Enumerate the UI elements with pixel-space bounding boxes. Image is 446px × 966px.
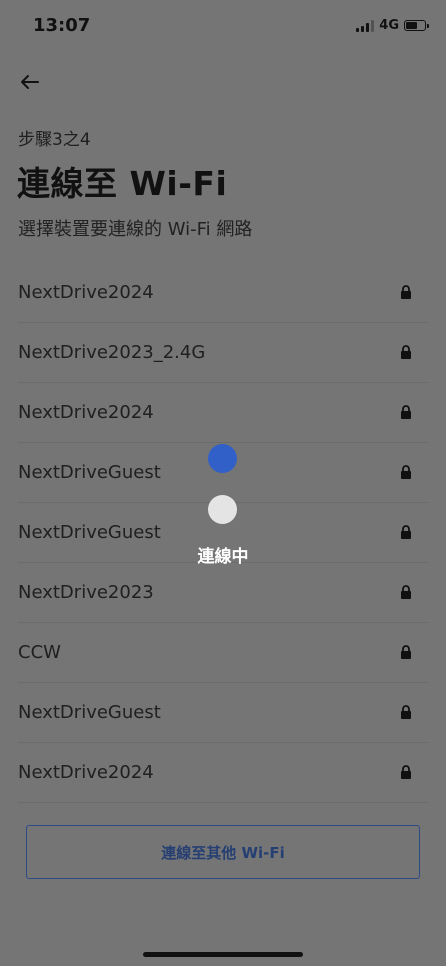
wifi-ssid-label: NextDrive2024 xyxy=(18,402,154,423)
lock-icon xyxy=(401,345,411,359)
battery-icon xyxy=(404,20,429,31)
status-bar: 13:07 4G xyxy=(0,0,446,52)
lock-icon xyxy=(401,465,411,479)
step-indicator: 步驟3之4 xyxy=(18,130,91,150)
wifi-network-row[interactable]: CCW xyxy=(18,623,429,683)
wifi-ssid-label: NextDriveGuest xyxy=(18,702,161,723)
signal-icon xyxy=(356,19,375,32)
lock-icon xyxy=(401,765,411,779)
wifi-ssid-label: NextDrive2023_2.4G xyxy=(18,342,206,363)
wifi-network-row[interactable]: NextDriveGuest xyxy=(18,683,429,743)
page-title: 連線至 Wi-Fi xyxy=(17,164,228,203)
loading-label: 連線中 xyxy=(197,547,249,567)
connect-other-wifi-button[interactable]: 連線至其他 Wi-Fi xyxy=(26,825,420,879)
wifi-network-row[interactable]: NextDrive2024 xyxy=(18,263,429,323)
wifi-network-row[interactable]: NextDrive2024 xyxy=(18,383,429,443)
status-indicators: 4G xyxy=(356,18,429,33)
status-time: 13:07 xyxy=(33,15,91,36)
home-indicator xyxy=(143,952,303,957)
lock-icon xyxy=(401,285,411,299)
wifi-network-list: NextDrive2024 NextDrive2023_2.4G NextDrive… xyxy=(0,263,446,803)
wifi-ssid-label: NextDriveGuest xyxy=(18,522,161,543)
lock-icon xyxy=(401,525,411,539)
network-type: 4G xyxy=(379,18,399,33)
wifi-network-row[interactable]: NextDrive2024 xyxy=(18,743,429,803)
lock-icon xyxy=(401,405,411,419)
page-subtitle: 選擇裝置要連線的 Wi-Fi 網路 xyxy=(18,219,253,240)
wifi-network-row[interactable]: NextDrive2023 xyxy=(18,563,429,623)
back-arrow-icon[interactable] xyxy=(16,68,46,96)
wifi-ssid-label: NextDrive2024 xyxy=(18,282,154,303)
wifi-network-row[interactable]: NextDrive2023_2.4G xyxy=(18,323,429,383)
wifi-ssid-label: NextDriveGuest xyxy=(18,462,161,483)
lock-icon xyxy=(401,705,411,719)
lock-icon xyxy=(401,645,411,659)
wifi-ssid-label: NextDrive2024 xyxy=(18,762,154,783)
loading-spinner-dot xyxy=(208,495,237,524)
wifi-ssid-label: NextDrive2023 xyxy=(18,582,154,603)
loading-spinner-dot-active xyxy=(208,444,237,473)
wifi-ssid-label: CCW xyxy=(18,642,61,663)
lock-icon xyxy=(401,585,411,599)
